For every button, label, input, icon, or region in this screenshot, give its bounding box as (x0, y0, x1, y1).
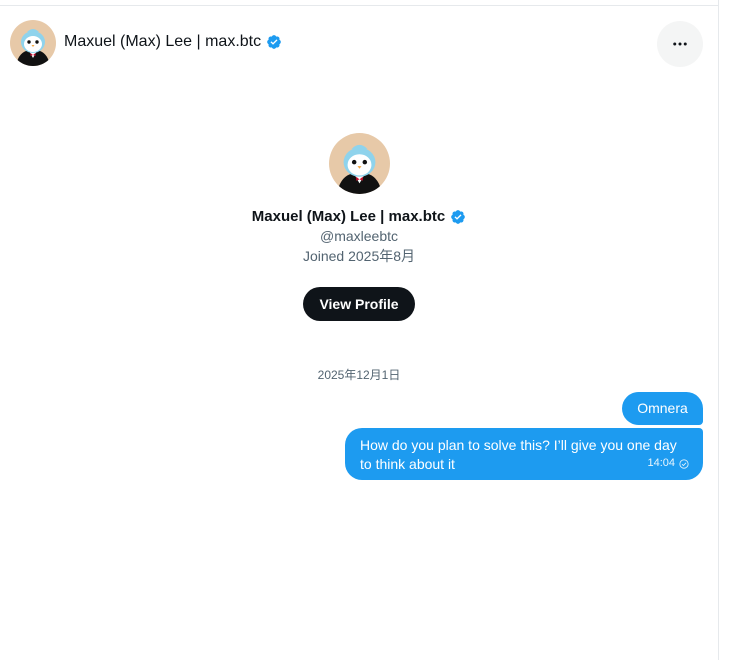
header-name: Maxuel (Max) Lee | max.btc (64, 33, 262, 50)
profile-avatar[interactable] (328, 133, 390, 194)
header-title[interactable]: Maxuel (Max) Lee | max.btc (64, 33, 282, 51)
profile-joined-date: Joined 2025年8月 (302, 248, 416, 264)
profile-card: Maxuel (Max) Lee | max.btc @maxleebtc Jo… (0, 133, 718, 321)
profile-name-row: Maxuel (Max) Lee | max.btc (0, 208, 718, 225)
message-text: Omnera (637, 400, 688, 416)
penguin-avatar-icon (328, 133, 390, 194)
date-separator: 2025年12月1日 (317, 368, 401, 382)
verified-badge-icon (267, 35, 281, 49)
view-profile-button[interactable]: View Profile (303, 287, 415, 321)
conversation-header: Maxuel (Max) Lee | max.btc (0, 6, 718, 76)
profile-handle: @maxleebtc (319, 228, 399, 244)
message-text: How do you plan to solve this? I’ll give… (360, 437, 677, 472)
penguin-avatar-icon (10, 20, 56, 66)
message-meta: 14:04 (647, 454, 689, 473)
message-bubble[interactable]: How do you plan to solve this? I’ll give… (345, 428, 703, 480)
verified-badge-icon (451, 209, 466, 224)
profile-name: Maxuel (Max) Lee | max.btc (251, 208, 446, 225)
more-horizontal-icon (673, 42, 687, 46)
message-bubble[interactable]: Omnera (622, 392, 703, 425)
more-options-button[interactable] (657, 21, 703, 67)
right-divider (718, 0, 719, 660)
sent-check-icon (679, 458, 689, 469)
avatar[interactable] (10, 20, 56, 66)
message-timestamp: 14:04 (647, 457, 675, 469)
